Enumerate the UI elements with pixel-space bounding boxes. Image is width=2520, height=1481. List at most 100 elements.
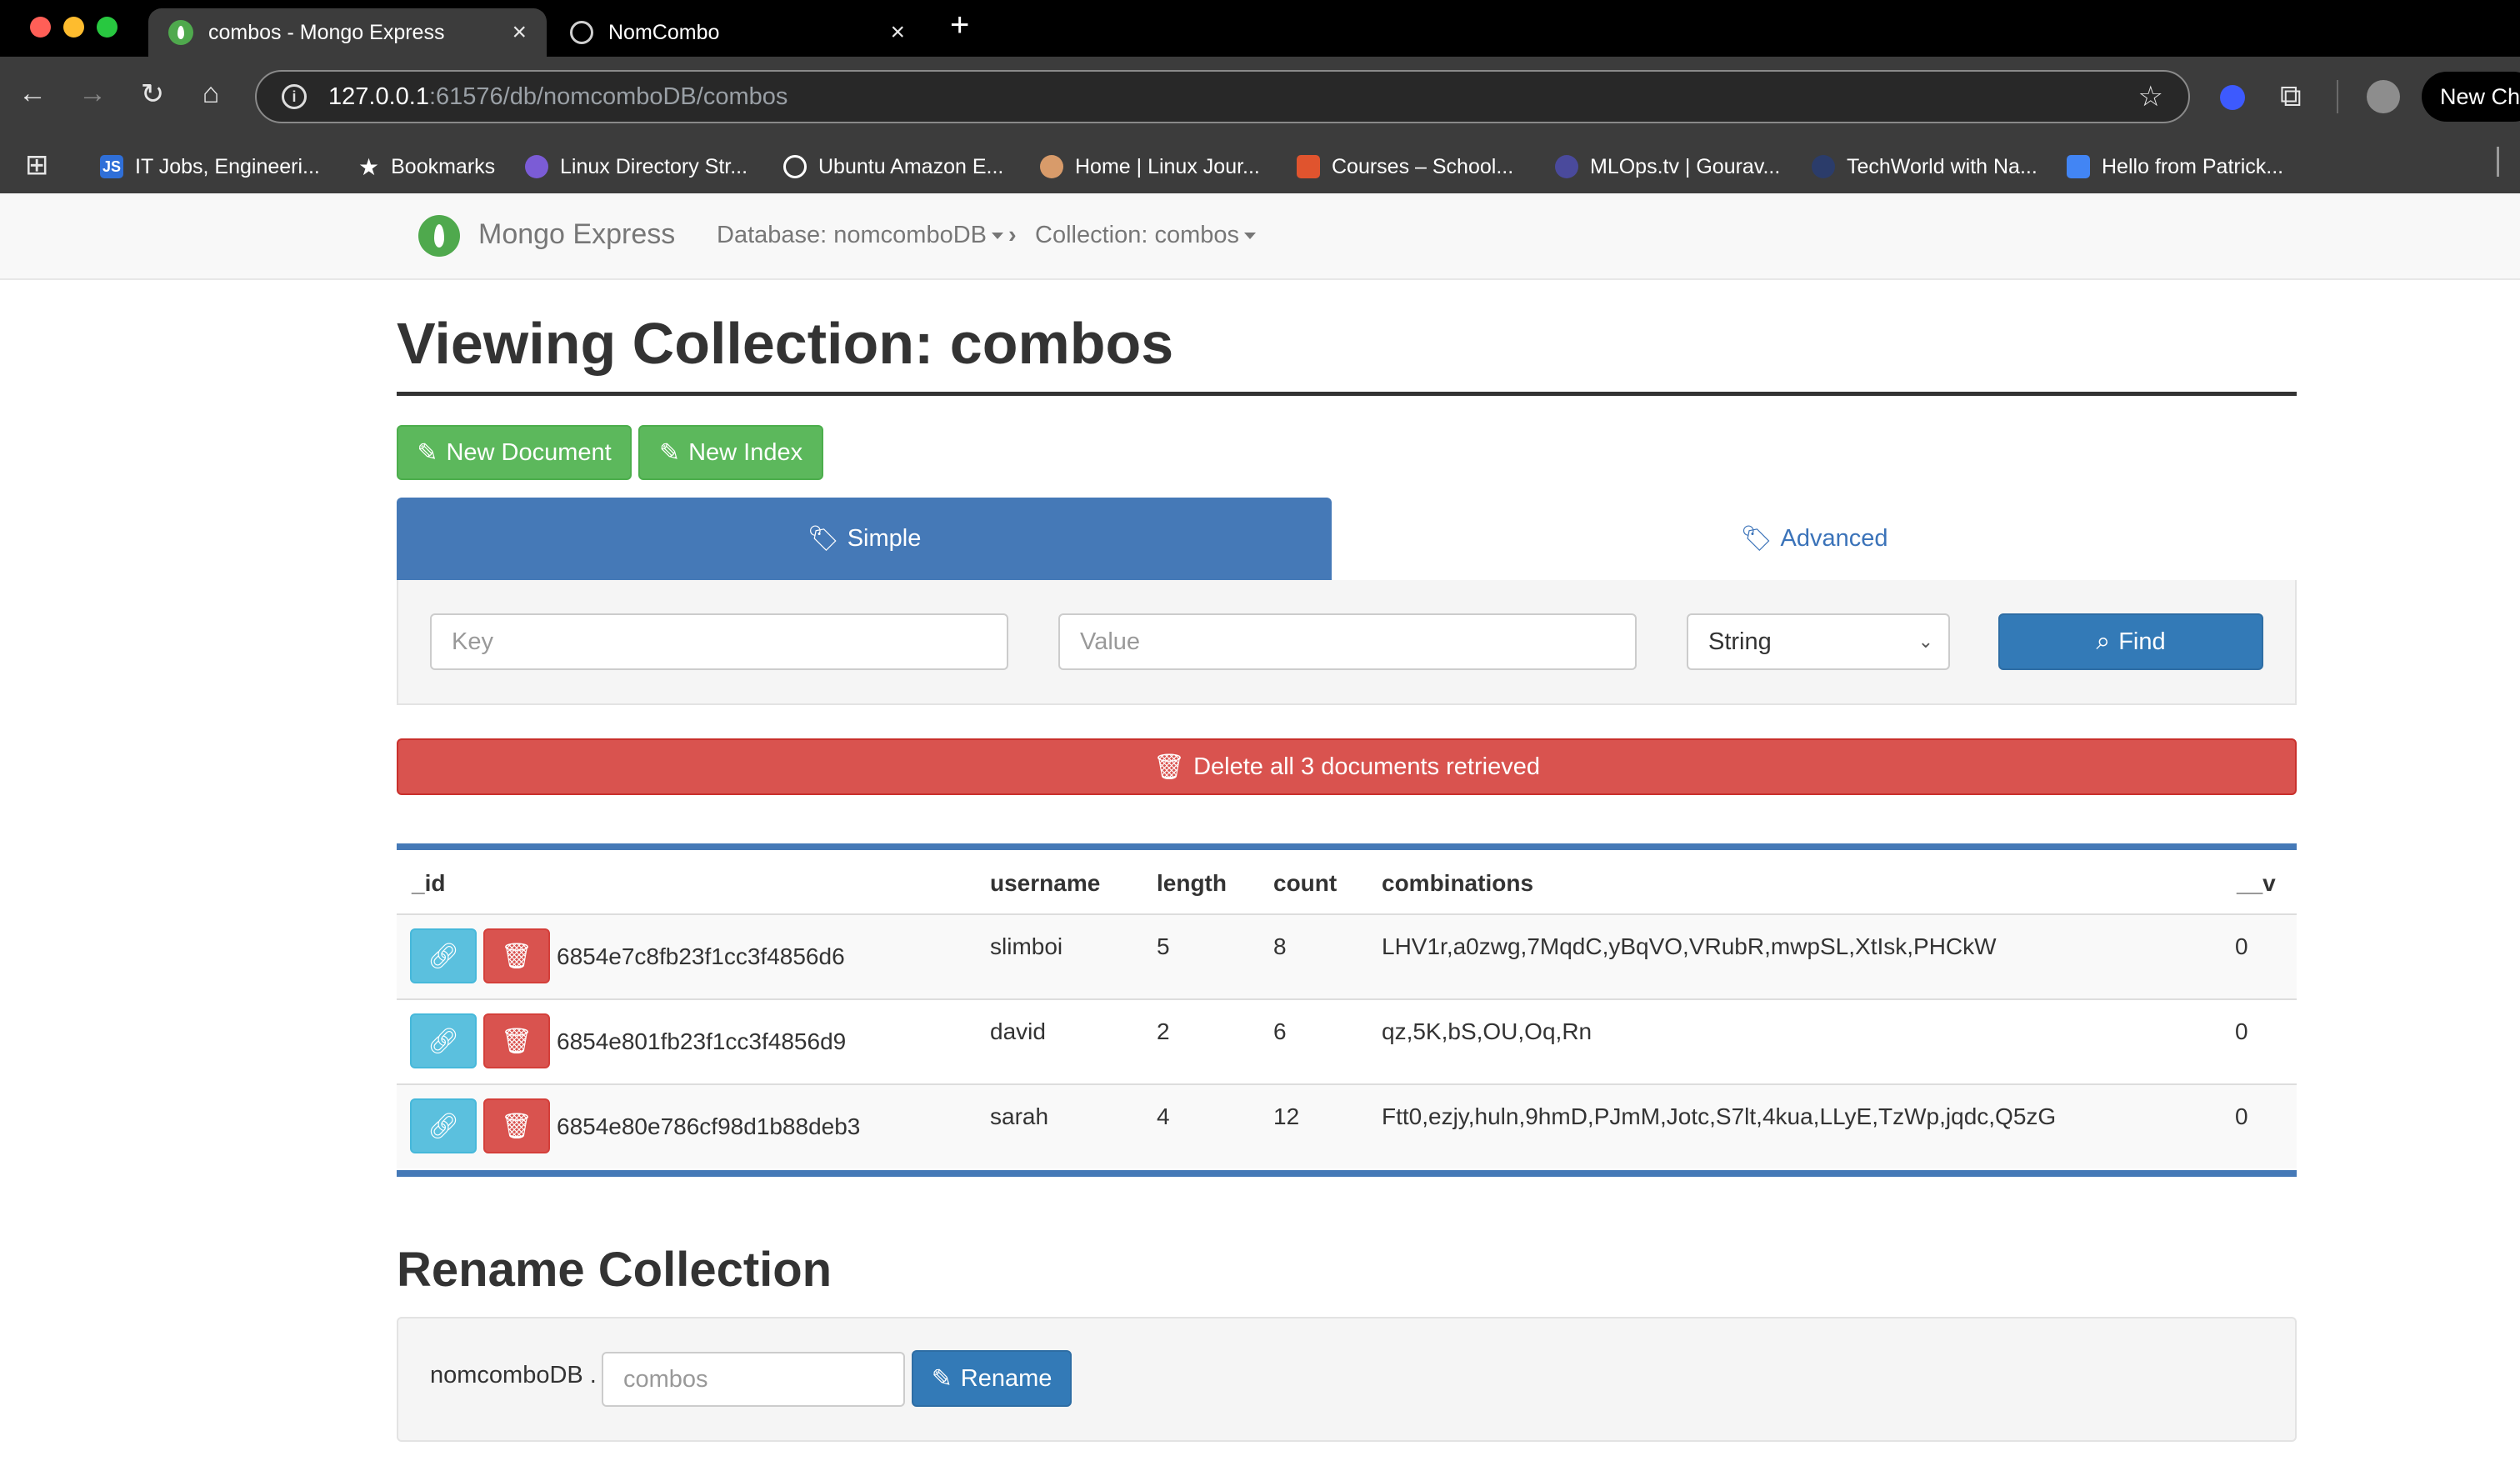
tab-simple-label: Simple — [847, 525, 922, 552]
column-header-length[interactable]: length — [1157, 870, 1227, 897]
column-header-username[interactable]: username — [990, 870, 1100, 897]
close-window-button[interactable] — [30, 17, 51, 38]
view-document-button[interactable]: 🔗︎ — [410, 1098, 477, 1153]
bookmark-label: MLOps.tv | Gourav... — [1590, 154, 1781, 178]
cell-username: sarah — [990, 1103, 1049, 1129]
caret-down-icon — [992, 233, 1003, 240]
bookmark-item[interactable]: Home | Linux Jour... — [1040, 143, 1260, 190]
profile-avatar-icon[interactable] — [2367, 80, 2400, 113]
linux-icon — [525, 155, 548, 178]
cell-username: slimboi — [990, 933, 1063, 959]
cell-v: 0 — [2235, 933, 2248, 959]
reload-icon[interactable]: ↻ — [132, 78, 173, 111]
page-title: Viewing Collection: combos — [397, 311, 1174, 376]
forward-icon[interactable]: → — [72, 78, 113, 110]
apps-grid-icon[interactable]: ⊞ — [25, 148, 49, 182]
trash-icon: 🗑︎ — [500, 942, 533, 970]
address-bar[interactable]: i 127.0.0.1:61576/db/nomcomboDB/combos ☆ — [255, 70, 2190, 123]
calendar-icon — [2067, 155, 2090, 178]
rename-button[interactable]: ✎ Rename — [912, 1350, 1072, 1407]
bookmark-label: TechWorld with Na... — [1847, 154, 2038, 178]
column-header-v[interactable]: __v — [2237, 870, 2276, 897]
tag-icon: 🏷︎ — [807, 525, 839, 553]
bookmark-star-icon[interactable]: ☆ — [2138, 80, 2163, 113]
type-select-value: String — [1708, 628, 1772, 655]
delete-document-button[interactable]: 🗑︎ — [483, 1013, 550, 1068]
new-tab-icon[interactable]: + — [950, 7, 969, 44]
cell-length: 5 — [1157, 933, 1170, 959]
find-button[interactable]: ⌕ Find — [1998, 613, 2263, 670]
delete-document-button[interactable]: 🗑︎ — [483, 928, 550, 983]
column-header-count[interactable]: count — [1273, 870, 1337, 897]
cell-combinations: LHV1r,a0zwg,7MqdC,yBqVO,VRubR,mwpSL,XtIs… — [1382, 933, 1997, 959]
search-icon: ⌕ — [2096, 628, 2111, 655]
collection-dropdown[interactable]: Collection: combos — [1035, 222, 1256, 249]
type-select[interactable]: String ⌄ — [1687, 613, 1950, 670]
column-header-id[interactable]: _id — [412, 870, 445, 897]
techworld-icon — [1812, 155, 1835, 178]
js-icon: JS — [100, 155, 123, 178]
key-input[interactable]: Key — [430, 613, 1008, 670]
courses-icon — [1297, 155, 1320, 178]
trash-icon: 🗑︎ — [500, 1112, 533, 1140]
maximize-window-button[interactable] — [97, 17, 118, 38]
link-icon: 🔗︎ — [427, 1027, 460, 1055]
database-dropdown[interactable]: Database: nomcomboDB — [717, 222, 1003, 249]
tab-simple[interactable]: 🏷︎ Simple — [397, 498, 1332, 580]
rename-collection-input[interactable]: combos — [602, 1352, 905, 1407]
find-label: Find — [2118, 628, 2166, 655]
tab-advanced[interactable]: 🏷︎ Advanced — [1332, 498, 2297, 580]
view-document-button[interactable]: 🔗︎ — [410, 1013, 477, 1068]
minimize-window-button[interactable] — [63, 17, 84, 38]
bookmark-item[interactable]: ★ Bookmarks — [358, 143, 495, 190]
mongo-leaf-icon[interactable] — [418, 215, 460, 257]
cell-username: david — [990, 1018, 1046, 1044]
delete-document-button[interactable]: 🗑︎ — [483, 1098, 550, 1153]
home-icon[interactable]: ⌂ — [190, 78, 232, 110]
new-chrome-button[interactable]: New Ch — [2422, 72, 2520, 122]
view-document-button[interactable]: 🔗︎ — [410, 928, 477, 983]
bookmark-item[interactable]: MLOps.tv | Gourav... — [1555, 143, 1780, 190]
back-icon[interactable]: ← — [12, 78, 53, 110]
chevron-down-icon: ⌄ — [1918, 631, 1933, 652]
extension-icon[interactable] — [2220, 85, 2245, 110]
rename-label: Rename — [960, 1364, 1052, 1392]
new-document-button[interactable]: ✎ New Document — [397, 425, 632, 480]
tab-advanced-label: Advanced — [1780, 525, 1888, 552]
bookmark-item[interactable]: Courses – School... — [1297, 143, 1513, 190]
delete-all-button[interactable]: 🗑︎ Delete all 3 documents retrieved — [397, 738, 2297, 795]
pencil-icon: ✎ — [931, 1364, 952, 1393]
url-path: :61576/db/nomcomboDB/combos — [428, 83, 788, 110]
url-text: 127.0.0.1:61576/db/nomcomboDB/combos — [328, 83, 788, 111]
cell-id: 6854e80e786cf98d1b88deb3 — [557, 1113, 861, 1139]
brand-link[interactable]: Mongo Express — [478, 218, 675, 251]
new-index-label: New Index — [688, 438, 803, 466]
bookmark-item[interactable]: TechWorld with Na... — [1812, 143, 2038, 190]
cell-length: 2 — [1157, 1018, 1170, 1044]
title-divider — [397, 392, 2297, 396]
bookmark-item[interactable]: Hello from Patrick... — [2067, 143, 2283, 190]
browser-tab-active[interactable]: combos - Mongo Express × — [148, 8, 547, 57]
cell-id: 6854e7c8fb23f1cc3f4856d6 — [557, 943, 845, 969]
rename-db-prefix: nomcomboDB . — [430, 1362, 597, 1388]
new-index-button[interactable]: ✎ New Index — [638, 425, 823, 480]
pencil-icon: ✎ — [658, 438, 681, 467]
bookmark-item[interactable]: JS IT Jobs, Engineeri... — [100, 143, 320, 190]
caret-down-icon — [1244, 233, 1256, 240]
column-header-combinations[interactable]: combinations — [1382, 870, 1533, 897]
trash-icon: 🗑︎ — [500, 1027, 533, 1055]
value-input[interactable]: Value — [1058, 613, 1637, 670]
chevron-right-icon: › — [1008, 222, 1017, 248]
trash-icon: 🗑︎ — [1153, 753, 1186, 781]
delete-all-label: Delete all 3 documents retrieved — [1193, 753, 1540, 780]
site-info-icon[interactable]: i — [282, 84, 307, 109]
bookmarks-divider — [2497, 147, 2499, 177]
browser-tab[interactable]: NomCombo × — [550, 8, 925, 57]
bookmark-item[interactable]: Linux Directory Str... — [525, 143, 748, 190]
mlops-icon — [1555, 155, 1578, 178]
bookmark-item[interactable]: Ubuntu Amazon E... — [783, 143, 1003, 190]
close-tab-icon[interactable]: × — [512, 18, 527, 47]
extensions-puzzle-icon[interactable]: ⧉ — [2280, 78, 2302, 114]
close-tab-icon[interactable]: × — [890, 18, 905, 47]
rename-collection-heading: Rename Collection — [397, 1243, 832, 1297]
